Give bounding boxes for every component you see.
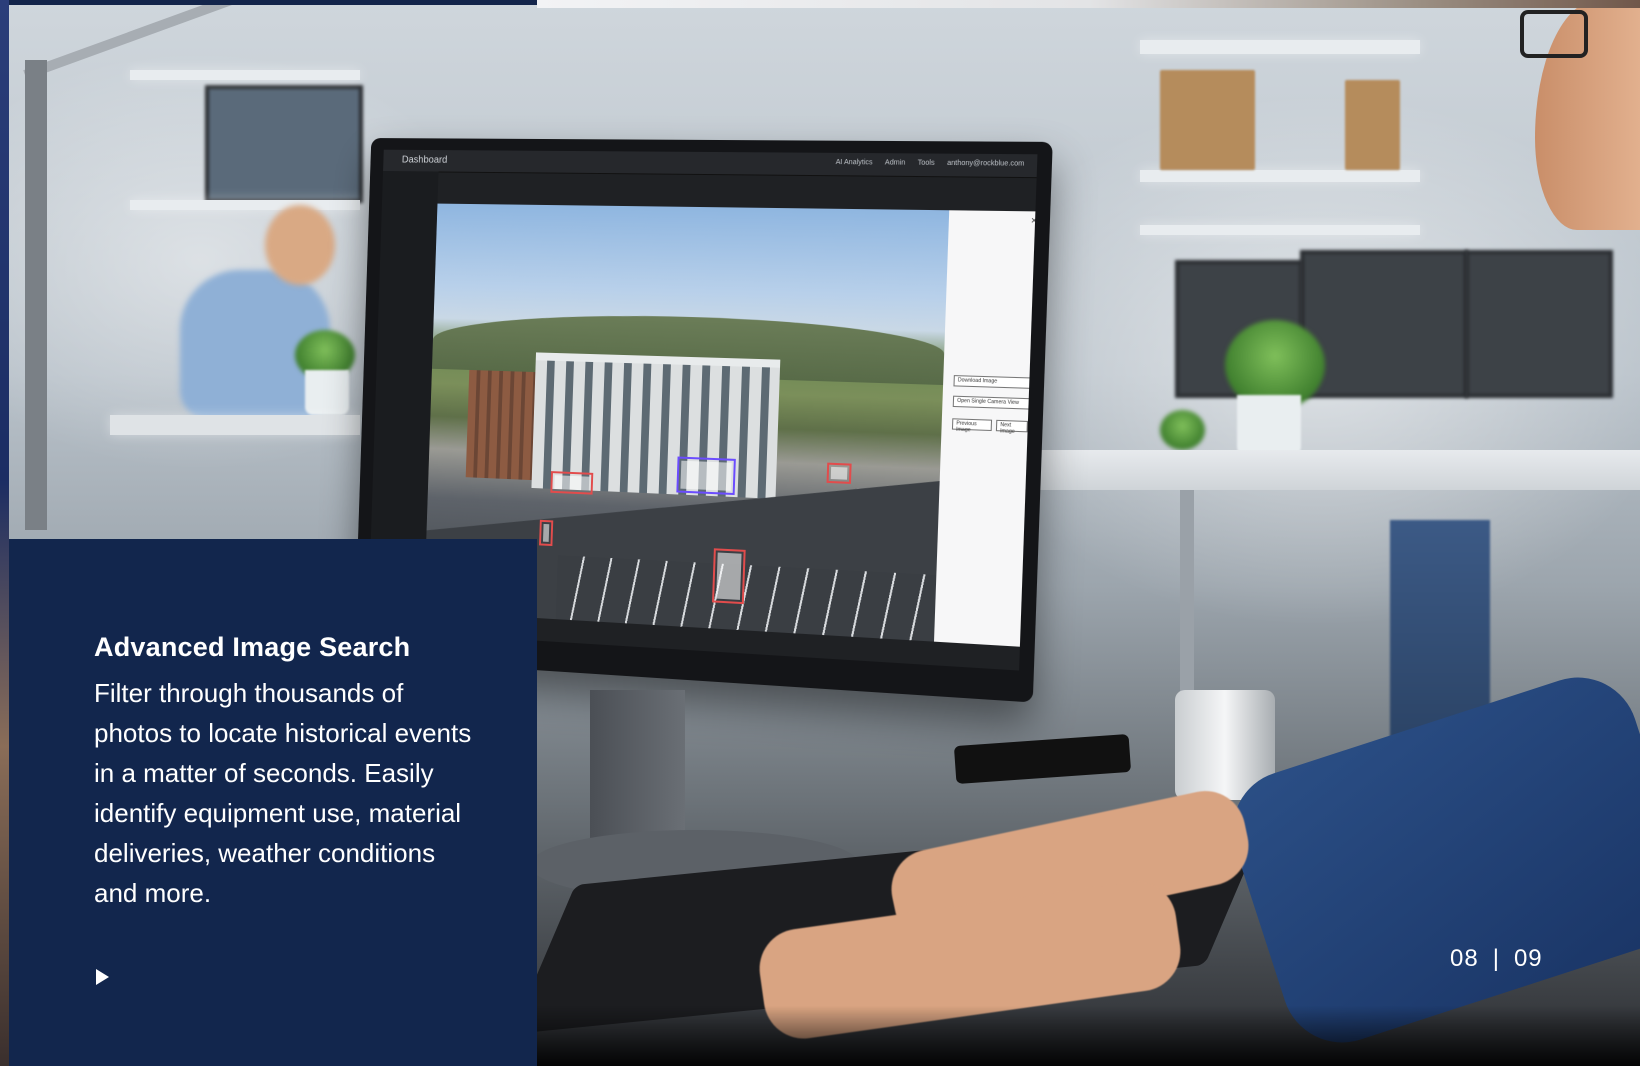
detection-box[interactable] bbox=[712, 548, 746, 605]
background-desk bbox=[1030, 450, 1640, 490]
play-icon[interactable] bbox=[96, 969, 109, 985]
menu-admin[interactable]: Admin bbox=[885, 159, 906, 166]
glasses bbox=[1520, 10, 1588, 58]
shelf-box bbox=[1345, 80, 1400, 170]
close-icon[interactable]: × bbox=[1031, 215, 1038, 227]
menu-tools[interactable]: Tools bbox=[918, 160, 935, 167]
total-pages: 09 bbox=[1513, 945, 1543, 972]
background-monitor bbox=[1465, 250, 1613, 398]
shelf-box bbox=[1160, 70, 1255, 170]
background-monitor bbox=[205, 85, 363, 203]
plant bbox=[1160, 410, 1205, 450]
shelf bbox=[1140, 170, 1420, 182]
background-monitor bbox=[1300, 250, 1468, 398]
dashboard-menu: AI Analytics Admin Tools anthony@rockblu… bbox=[836, 159, 1025, 168]
detection-box[interactable] bbox=[539, 519, 554, 547]
detection-box[interactable] bbox=[676, 456, 736, 496]
image-detail-panel: × Download Image Open Single Camera View… bbox=[933, 210, 1038, 648]
open-single-camera-view-button[interactable]: Open Single Camera View bbox=[952, 395, 1036, 410]
previous-image-button[interactable]: Previous Image bbox=[951, 418, 993, 433]
dashboard-title: Dashboard bbox=[401, 154, 448, 166]
current-page: 08 bbox=[1450, 945, 1479, 972]
left-edge-strip bbox=[0, 0, 9, 1066]
menu-user-account[interactable]: anthony@rockblue.com bbox=[947, 160, 1025, 168]
shelf bbox=[130, 70, 360, 80]
menu-ai-analytics[interactable]: AI Analytics bbox=[836, 159, 873, 166]
top-strip-image bbox=[537, 0, 1640, 8]
detection-box[interactable] bbox=[550, 471, 594, 495]
top-strip bbox=[0, 0, 537, 5]
page-separator: | bbox=[1492, 945, 1500, 972]
shelf bbox=[1140, 225, 1420, 235]
dashboard-topbar: Dashboard AI Analytics Admin Tools antho… bbox=[383, 149, 1038, 179]
info-card: Advanced Image Search Filter through tho… bbox=[9, 539, 537, 1066]
card-title: Advanced Image Search bbox=[94, 632, 411, 662]
plant-pot bbox=[1237, 395, 1301, 455]
download-image-button[interactable]: Download Image bbox=[953, 375, 1034, 389]
shelf bbox=[130, 200, 360, 210]
detection-box[interactable] bbox=[826, 462, 852, 484]
background-desk bbox=[110, 415, 360, 435]
plant-pot bbox=[305, 370, 349, 415]
slide: Dashboard AI Analytics Admin Tools antho… bbox=[0, 0, 1640, 1066]
next-image-button[interactable]: Next Image bbox=[995, 419, 1028, 435]
lamp-arm bbox=[23, 0, 309, 80]
card-body: Filter through thousands of photos to lo… bbox=[94, 678, 472, 908]
lamp-pole bbox=[25, 60, 47, 530]
shelf bbox=[1140, 40, 1420, 54]
page-indicator: 08 | 09 bbox=[1450, 945, 1543, 973]
desk-leg bbox=[1180, 490, 1194, 720]
background-person-head bbox=[265, 205, 335, 285]
